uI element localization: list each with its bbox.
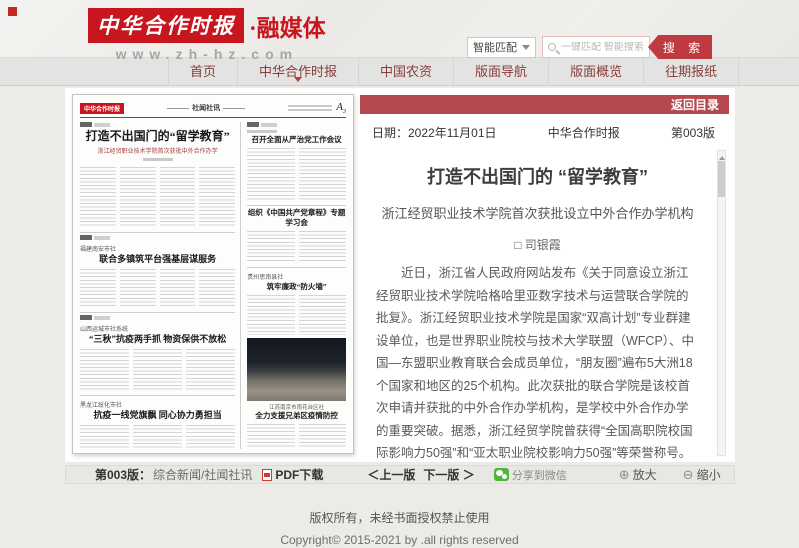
toolbar-page-label: 第003版： <box>95 466 151 483</box>
mini-right-column: 召开全面从严治党工作会议 组织《中国共产党章程》专题学习会 贵州思南县社 筑牢廉… <box>247 122 346 449</box>
main-content: 中华合作时报 社闻社讯 A3 打造不出国门的“留学教育” 浙江经贸职业技术学院首… <box>65 88 735 462</box>
search-button[interactable]: 搜 索 <box>648 35 712 59</box>
mini-mid-region: 福建南安市社 <box>80 244 235 253</box>
article-paragraph: 近日，浙江省人民政府网站发布《关于同意设立浙江经贸职业技术学院哈格哈里亚数字技术… <box>376 262 699 462</box>
search-bar: 智能匹配 搜 索 <box>467 35 712 59</box>
article-byline: □ 司银霞 <box>376 236 699 253</box>
page-thumbnail-area: 中华合作时报 社闻社讯 A3 打造不出国门的“留学教育” 浙江经贸职业技术学院首… <box>65 88 357 462</box>
mini-page-info: A3 <box>288 101 346 115</box>
share-wechat-button[interactable]: 分享到微信 <box>491 467 567 483</box>
zoom-out-icon: ⊖ <box>683 468 694 481</box>
article-subtitle: 浙江经贸职业技术学院首次获批设立中外合作办学机构 <box>376 203 699 222</box>
mini-mid-headline: 联合多镇筑平台强基层谋服务 <box>80 254 235 266</box>
copyright-line1: 版权所有，未经书面授权禁止使用 <box>0 509 799 526</box>
copyright-line2: Copyright© 2015-2021 by .all rights rese… <box>0 533 799 547</box>
zoom-in-label: 放大 <box>633 466 657 483</box>
corner-mark <box>8 7 17 16</box>
mini-masthead: 中华合作时报 <box>80 103 124 114</box>
mini-dateline <box>288 105 332 111</box>
toolbar-section-label: 综合新闻/社闻社讯 <box>153 466 252 483</box>
zoom-in-button[interactable]: ⊕ 放大 <box>619 466 657 483</box>
issue-date: 日期：2022年11月01日 <box>372 124 497 141</box>
mini-bottom1-region: 山西运城市社系统 <box>80 324 235 333</box>
back-to-toc-label: 返回目录 <box>671 96 719 113</box>
chevron-down-icon <box>522 45 530 54</box>
zoom-out-button[interactable]: ⊖ 缩小 <box>683 466 721 483</box>
scrollbar-up-icon <box>719 153 725 160</box>
mini-main-byline <box>143 158 173 161</box>
mini-masthead-row: 中华合作时报 社闻社讯 A3 <box>80 101 346 118</box>
mini-bottom1-text <box>80 349 235 392</box>
nav-item-page-nav[interactable]: 版面导航 <box>454 58 549 85</box>
mini-main-headline: 打造不出国门的“留学教育” <box>80 129 235 144</box>
mini-mid-text <box>80 269 235 308</box>
search-mode-value: 智能匹配 <box>473 39 517 55</box>
scrollbar-thumb[interactable] <box>718 161 725 197</box>
logo-suffix: ·融媒体 <box>249 9 326 43</box>
mini-page-marker: A3 <box>336 101 346 115</box>
search-icon <box>548 43 556 51</box>
mini-side1-headline: 召开全面从严治党工作会议 <box>247 135 346 145</box>
mini-news-photo <box>247 338 346 401</box>
search-input[interactable] <box>561 42 644 53</box>
nav-item-nongzi[interactable]: 中国农资 <box>359 58 454 85</box>
site-header: 中华合作时报 ·融媒体 www.zh-hz.com 智能匹配 搜 索 <box>0 0 799 57</box>
nav-item-home[interactable]: 首页 <box>168 58 238 85</box>
active-tab-arrow-icon <box>294 77 302 86</box>
zoom-out-label: 缩小 <box>697 466 721 483</box>
article-meta-row: 日期：2022年11月01日 中华合作时报 第003版 <box>360 114 729 145</box>
mini-side2-text <box>247 231 346 264</box>
logo-text: 中华合作时报 <box>88 8 244 43</box>
article-scrollbar[interactable] <box>717 150 726 456</box>
mini-bottom2-text <box>80 425 235 449</box>
mini-side3-region: 贵州思南县社 <box>247 272 346 281</box>
mini-photo-text <box>247 424 346 449</box>
site-footer: 版权所有，未经书面授权禁止使用 Copyright© 2015-2021 by … <box>0 509 799 547</box>
wechat-icon <box>494 468 509 481</box>
paper-name: 中华合作时报 <box>548 124 620 141</box>
pdf-icon <box>262 469 272 481</box>
search-input-box <box>542 36 650 58</box>
mini-article-tag <box>80 235 235 240</box>
article-content: 打造不出国门的 “留学教育” 浙江经贸职业技术学院首次获批设立中外合作办学机构 … <box>360 145 729 462</box>
site-logo[interactable]: 中华合作时报 ·融媒体 www.zh-hz.com <box>88 8 326 62</box>
page-number: 第003版 <box>671 124 715 141</box>
search-mode-select[interactable]: 智能匹配 <box>467 37 536 58</box>
prev-page-button[interactable]: ＜上一版 <box>367 466 415 483</box>
zoom-controls: ⊕ 放大 ⊖ 缩小 <box>619 466 721 483</box>
page-toolbar: 第003版： 综合新闻/社闻社讯 PDF下载 ＜上一版 下一版 ＞ 分享到微信 … <box>65 465 735 484</box>
mini-article-tag <box>80 122 235 127</box>
share-wechat-label: 分享到微信 <box>512 467 567 483</box>
next-page-button[interactable]: 下一版 ＞ <box>423 466 474 483</box>
mini-left-column: 打造不出国门的“留学教育” 浙江经贸职业技术学院首次获批中外合作办学 福建南安市… <box>80 122 241 449</box>
mini-bottom2-headline: 抗疫一线党旗飘 同心协力勇担当 <box>80 410 235 422</box>
article-title: 打造不出国门的 “留学教育” <box>376 163 699 189</box>
mini-main-text <box>80 167 235 228</box>
mini-bottom2-region: 黑龙江绥化市社 <box>80 400 235 409</box>
mini-page-body: 打造不出国门的“留学教育” 浙江经贸职业技术学院首次获批中外合作办学 福建南安市… <box>80 122 346 449</box>
pdf-download-button[interactable]: PDF下载 <box>275 466 323 483</box>
mini-article-tag <box>80 315 235 320</box>
nav-item-past-issues[interactable]: 往期报纸 <box>644 58 739 85</box>
mini-side1-text <box>247 148 346 202</box>
mini-main-subhead: 浙江经贸职业技术学院首次获批中外合作办学 <box>80 146 235 155</box>
nav-item-page-overview[interactable]: 版面概览 <box>549 58 644 85</box>
mini-side3-text <box>247 295 346 335</box>
article-panel: 返回目录 日期：2022年11月01日 中华合作时报 第003版 打造不出国门的… <box>357 88 735 462</box>
mini-side1-region <box>247 130 277 133</box>
mini-bottom1-headline: “三秋”抗疫两手抓 物资保供不放松 <box>80 334 235 346</box>
newspaper-page-thumbnail[interactable]: 中华合作时报 社闻社讯 A3 打造不出国门的“留学教育” 浙江经贸职业技术学院首… <box>72 94 354 454</box>
mini-article-tag <box>247 122 346 127</box>
mini-section-label: 社闻社讯 <box>167 103 245 113</box>
mini-side2-headline: 组织《中国共产党章程》专题学习会 <box>247 208 346 228</box>
zoom-in-icon: ⊕ <box>619 468 630 481</box>
mini-photo-headline: 全力支援兄弟区疫情防控 <box>247 411 346 421</box>
mini-side3-headline: 筑牢廉政“防火墙” <box>247 282 346 292</box>
nav-item-paper[interactable]: 中华合作时报 <box>238 58 359 85</box>
back-to-toc-bar[interactable]: 返回目录 <box>360 95 729 114</box>
